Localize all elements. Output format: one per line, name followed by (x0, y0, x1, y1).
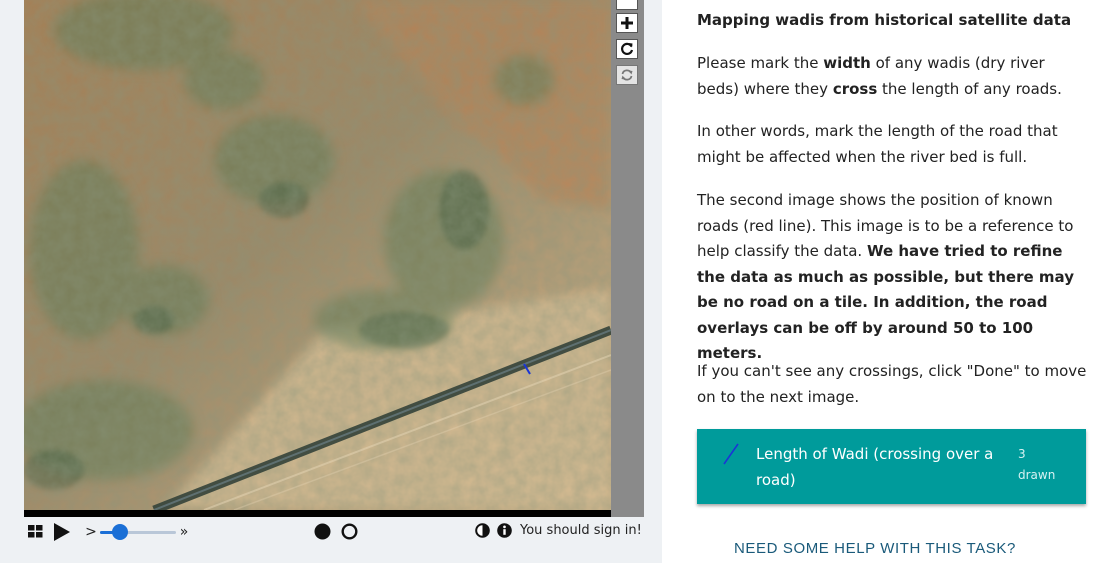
reset-view-button[interactable] (616, 39, 638, 59)
plus-icon (621, 17, 633, 29)
sign-in-message: You should sign in! (520, 523, 642, 538)
invert-contrast-button[interactable] (475, 523, 490, 538)
play-icon (54, 523, 70, 541)
rotate-button[interactable] (616, 65, 638, 85)
play-button[interactable] (52, 521, 72, 543)
instruction-emphasis: width (823, 54, 871, 72)
frame-dot-inactive[interactable] (341, 523, 358, 540)
frame-dot-active[interactable] (314, 523, 331, 540)
instruction-paragraph-2: In other words, mark the length of the r… (697, 122, 1058, 166)
instruction-text: the length of any roads. (877, 79, 1062, 98)
step-forward-icon: > (85, 524, 97, 540)
reset-icon (621, 42, 634, 55)
instruction-paragraph-3: The second image shows the position of k… (697, 188, 1089, 367)
drawing-tool-label: Length of Wadi (crossing over a road) (756, 445, 994, 489)
frames-button[interactable] (27, 523, 44, 540)
step-forward-button[interactable]: > (84, 523, 98, 541)
image-viewer: > » You should sign in! (0, 0, 662, 563)
instruction-paragraph-1: Please mark the width of any wadis (dry … (697, 51, 1089, 102)
drawing-tool-line[interactable]: Length of Wadi (crossing over a road) 3 … (697, 429, 1086, 504)
task-title: Mapping wadis from historical satellite … (697, 11, 1072, 29)
viewer-controls: > » You should sign in! (24, 518, 644, 548)
metadata-info-button[interactable] (497, 523, 512, 538)
drawing-tool-count: 3 (1018, 447, 1026, 461)
task-help-link[interactable]: NEED SOME HELP WITH THIS TASK? (734, 540, 1016, 557)
viewer-toolbar (611, 0, 644, 517)
zoom-in-button[interactable] (616, 13, 638, 33)
grid-icon (28, 525, 43, 538)
instruction-paragraph-4: If you can't see any crossings, click "D… (697, 362, 1087, 406)
instruction-emphasis: We have tried to refine the data as much… (697, 242, 1074, 362)
satellite-image[interactable] (24, 0, 611, 510)
info-icon (497, 523, 512, 538)
rotate-icon (621, 69, 633, 81)
instruction-emphasis: cross (832, 79, 878, 98)
filled-circle-icon (314, 523, 331, 540)
instruction-text: Please mark the (697, 54, 824, 72)
task-panel: Mapping wadis from historical satellite … (697, 0, 1089, 563)
empty-circle-icon (341, 523, 358, 540)
fast-forward-icon: » (179, 524, 189, 540)
playback-speed-slider[interactable] (100, 523, 176, 541)
fast-forward-button[interactable]: » (176, 522, 192, 542)
toolbar-extra-button[interactable] (616, 0, 638, 10)
speed-slider-thumb[interactable] (112, 524, 128, 540)
image-bottom-bar (24, 510, 611, 517)
line-tool-icon (723, 443, 739, 465)
subject-image-frame[interactable] (24, 0, 611, 517)
drawing-tool-count-suffix: drawn (1018, 468, 1056, 482)
contrast-icon (475, 523, 490, 538)
